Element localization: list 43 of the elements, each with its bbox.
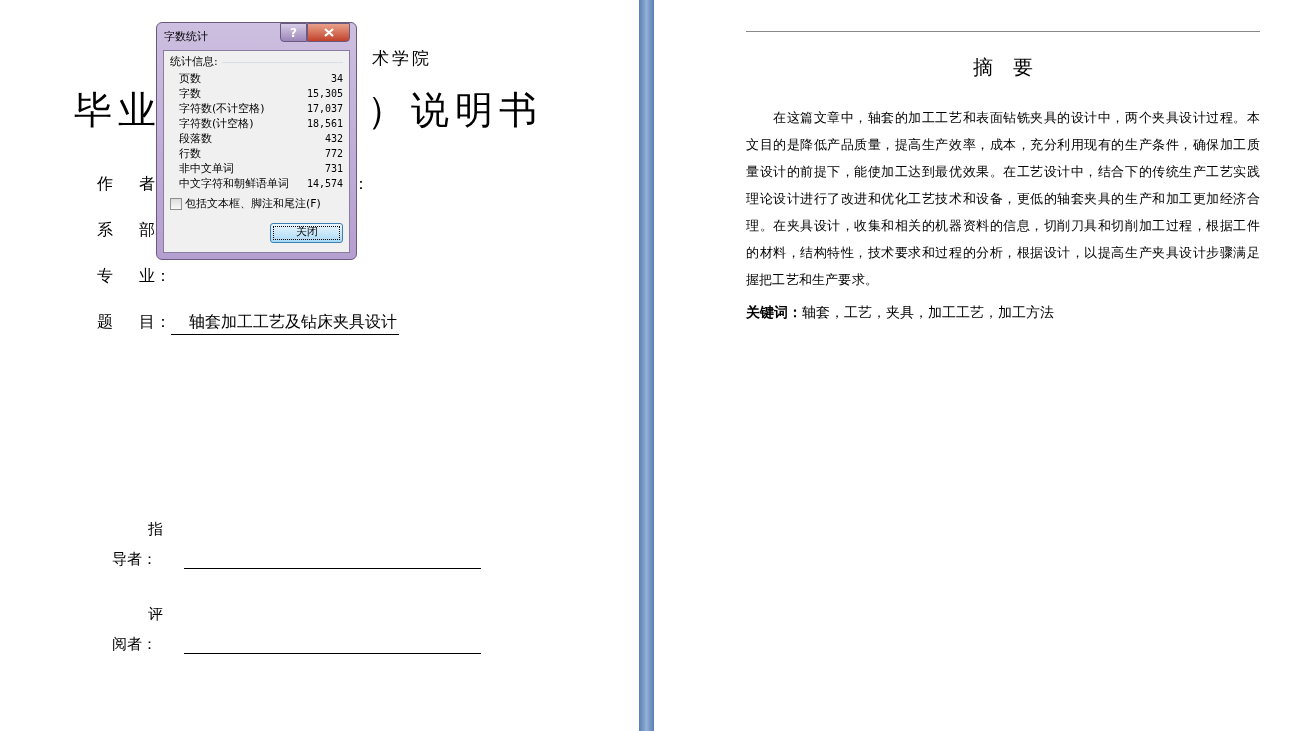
stat-label: 中文字符和朝鲜语单词 (179, 176, 289, 191)
abstract-paragraph: 在这篇文章中，轴套的加工工艺和表面钻铣夹具的设计中，两个夹具设计过程。本文目的是降低产品质量，提高生产效率，成本，充分利用现有的生产条件，确保加工质量设计的前提下，能使加工达到最优效果。在工艺设计中，结合下的传统生产工艺实践理论设计进行了改进和优化工艺技术和设备，更低的轴套夹具的生产和加工更加经济合理。在夹具设计，收集和相关的机器资料的信息，切削刀具和切削加工过程，根据工件的材料，结构特性，技术要求和过程的分析，根据设计，以提高生产夹具设计步骤满足握把工艺和生产要求。 (746, 109, 1260, 289)
field-label: 专 (97, 265, 114, 287)
stat-label: 段落数 (179, 131, 212, 146)
field-value: 轴套加工工艺及钻床夹具设计 (171, 309, 399, 335)
checkbox-label: 包括文本框、脚注和尾注(F) (185, 196, 321, 212)
keywords: 轴套，工艺，夹具，加工工艺，加工方法 (802, 304, 1054, 320)
field-label: 系 (97, 219, 114, 241)
stat-value: 15,305 (306, 87, 343, 101)
stat-label: 页数 (179, 71, 201, 86)
checkbox[interactable] (170, 198, 182, 211)
stat-value: 772 (324, 147, 343, 161)
signature-label: 导者： (111, 549, 158, 568)
close-button[interactable] (307, 23, 350, 42)
field-label: 业： (139, 265, 171, 287)
stat-label: 非中文单词 (179, 161, 234, 176)
stat-label: 字符数(计空格) (179, 116, 254, 131)
stat-value: 18,561 (306, 117, 343, 131)
stat-label: 字数 (179, 86, 201, 101)
document-title: 毕业 (74, 86, 162, 134)
signature-label: 阅者： (111, 634, 158, 653)
group-label: 统计信息: (170, 55, 218, 69)
field-label: ： (353, 173, 369, 195)
field-label: 题 (97, 311, 114, 333)
close-icon (323, 28, 334, 37)
stat-label: 字符数(不计空格) (179, 101, 265, 116)
stat-value: 432 (324, 132, 343, 146)
school-name: 术学院 (372, 48, 432, 68)
dialog-title: 字数统计 (163, 29, 208, 45)
field-label: 部 (139, 219, 155, 241)
keywords-label: 关键词： (746, 304, 802, 320)
field-label: 作 (97, 173, 114, 195)
stat-value: 731 (324, 162, 343, 176)
field-label: 目： (139, 311, 171, 333)
field-label: 者 (139, 173, 155, 195)
document-title: ）说明书 (367, 86, 543, 134)
stat-value: 14,574 (306, 177, 343, 191)
stat-label: 行数 (179, 146, 201, 161)
signature-label: 评 (147, 604, 164, 625)
abstract-heading: 摘 要 (973, 54, 1033, 81)
stat-value: 17,037 (306, 102, 343, 116)
signature-label: 指 (147, 519, 164, 540)
stat-value: 34 (330, 72, 343, 86)
